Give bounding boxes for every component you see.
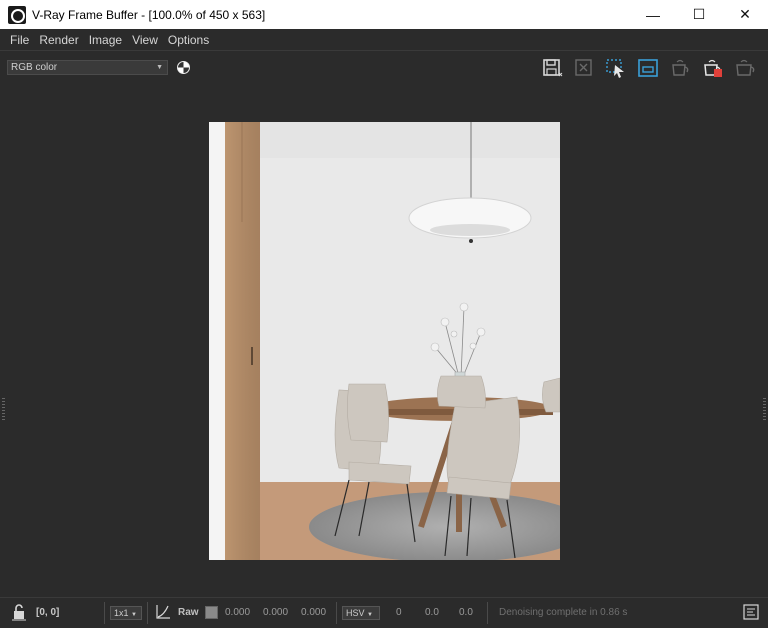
hue-value: 0	[396, 607, 402, 618]
status-bar: [0, 0] 1x1 ▼ Raw 0.000 0.000 0.000 HSV ▼…	[0, 597, 768, 628]
chevron-down-icon: ▼	[367, 612, 373, 618]
lock-coords-icon[interactable]	[10, 603, 28, 624]
blue-value: 0.000	[301, 607, 327, 618]
separator	[336, 602, 337, 624]
window-title: V-Ray Frame Buffer - [100.0% of 450 x 56…	[32, 7, 266, 22]
status-message: Denoising complete in 0.86 s	[499, 607, 628, 618]
channel-select[interactable]: RGB color ▼	[7, 60, 168, 75]
menu-options[interactable]: Options	[164, 33, 213, 47]
color-corrections-icon[interactable]	[177, 61, 190, 74]
menu-bar: File Render Image View Options	[0, 29, 768, 51]
toolbar: RGB color ▼	[0, 52, 768, 82]
minimize-button[interactable]: —	[630, 0, 676, 29]
color-mode-select[interactable]: HSV ▼	[342, 606, 380, 620]
clear-image-icon[interactable]	[573, 57, 595, 79]
color-swatch	[205, 606, 218, 619]
color-mode-value: HSV	[346, 608, 365, 618]
rendered-image	[209, 122, 560, 560]
render-icon[interactable]	[734, 57, 756, 79]
track-mouse-icon[interactable]	[637, 57, 659, 79]
chevron-down-icon: ▼	[131, 612, 137, 618]
green-value: 0.000	[263, 607, 289, 618]
log-icon[interactable]	[743, 604, 759, 623]
left-panel-grip[interactable]	[2, 398, 5, 420]
save-icon[interactable]	[541, 57, 563, 79]
saturation-value: 0.0	[425, 607, 439, 618]
raw-label: Raw	[178, 607, 199, 618]
separator	[487, 602, 488, 624]
render-last-icon[interactable]	[669, 57, 691, 79]
pixel-coords: [0, 0]	[36, 607, 60, 618]
separator	[104, 602, 105, 624]
curve-icon[interactable]	[154, 603, 172, 624]
maximize-button[interactable]: ☐	[676, 0, 722, 29]
window-controls: — ☐ ✕	[630, 0, 768, 29]
menu-image[interactable]: Image	[85, 33, 126, 47]
vray-logo-icon	[8, 5, 26, 24]
sample-size-select[interactable]: 1x1 ▼	[110, 606, 142, 620]
sample-size-value: 1x1	[114, 608, 129, 618]
channel-select-value: RGB color	[11, 62, 58, 73]
red-value: 0.000	[225, 607, 251, 618]
chevron-down-icon: ▼	[156, 64, 163, 71]
right-panel-grip[interactable]	[763, 398, 766, 420]
separator	[147, 602, 148, 624]
menu-view[interactable]: View	[128, 33, 162, 47]
value-value: 0.0	[459, 607, 473, 618]
menu-file[interactable]: File	[6, 33, 33, 47]
region-render-icon[interactable]	[605, 57, 627, 79]
title-bar: V-Ray Frame Buffer - [100.0% of 450 x 56…	[0, 0, 768, 29]
menu-render[interactable]: Render	[35, 33, 82, 47]
stop-render-icon[interactable]	[702, 57, 724, 79]
close-button[interactable]: ✕	[722, 0, 768, 29]
